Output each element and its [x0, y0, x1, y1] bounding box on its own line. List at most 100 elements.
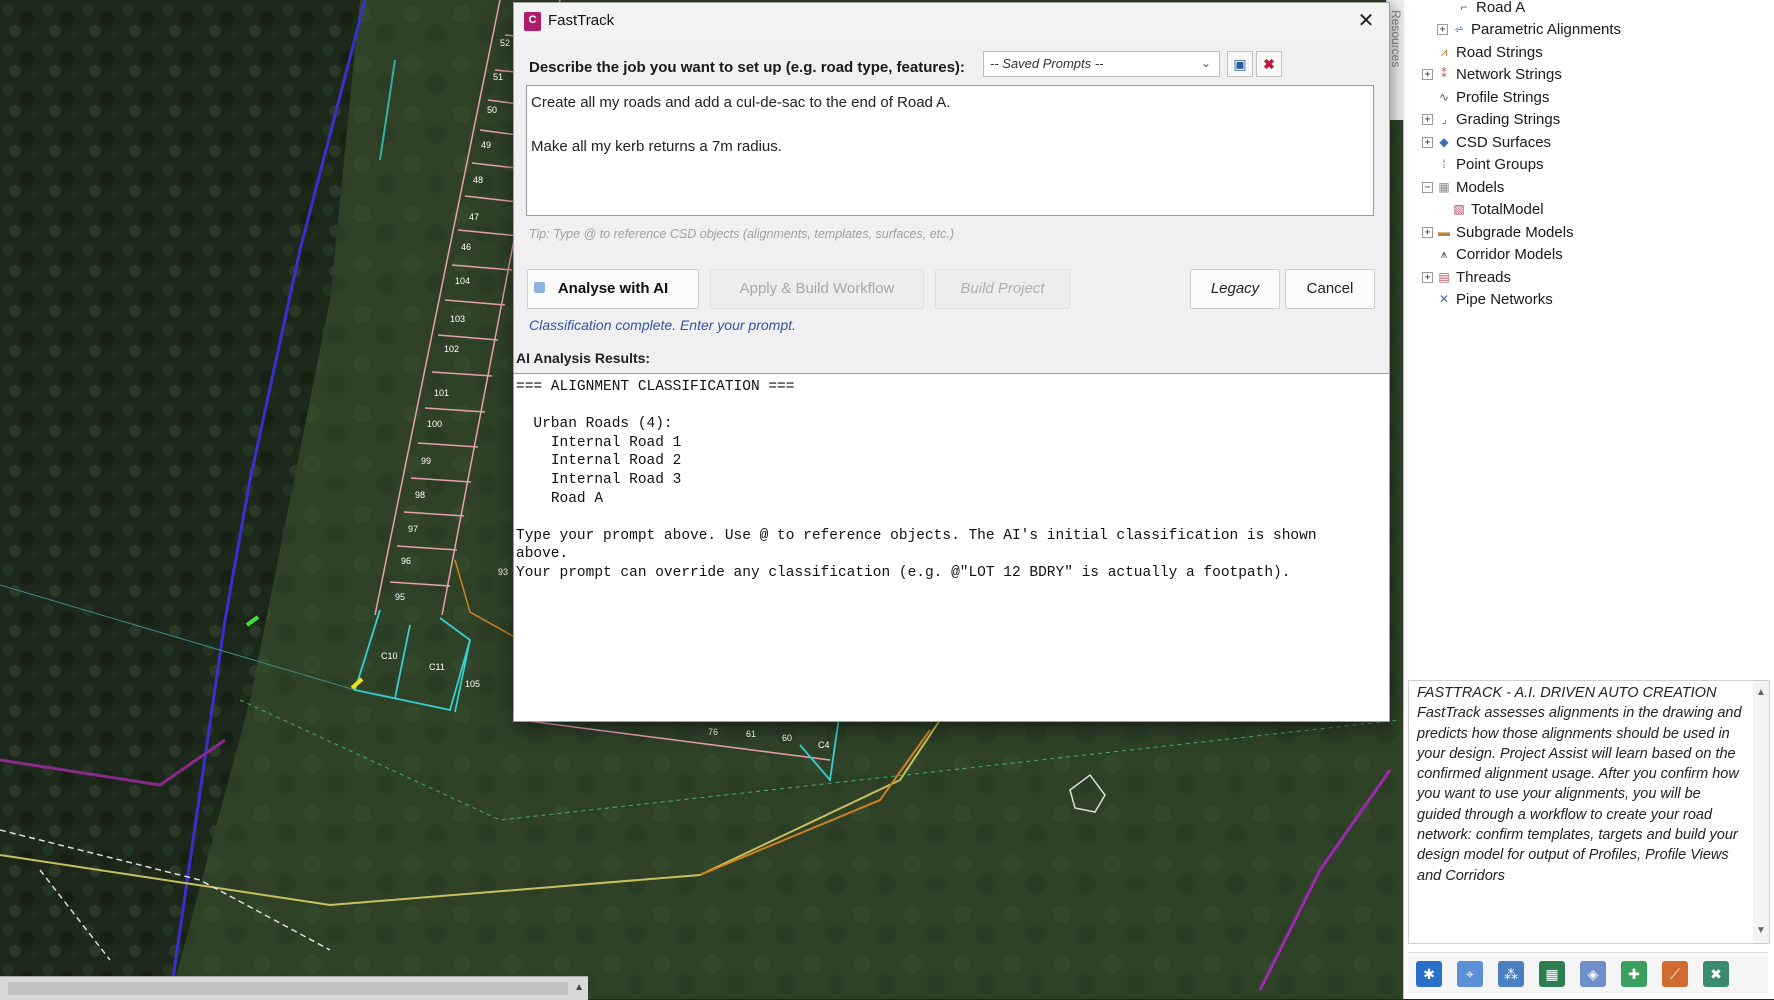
tree-item-parametric-alignments[interactable]: + ⩫ Parametric Alignments	[1437, 18, 1621, 40]
prompt-tip: Tip: Type @ to reference CSD objects (al…	[529, 227, 955, 241]
expand-icon[interactable]: +	[1422, 136, 1433, 148]
scroll-down-icon[interactable]: ▼	[1756, 925, 1766, 936]
surface-icon: ◆	[1439, 135, 1449, 149]
add-surface-icon[interactable]: ✚	[1621, 961, 1647, 987]
fasttrack-dialog: C FastTrack ✕ Describe the job you want …	[513, 2, 1390, 722]
network-icon[interactable]: ✱	[1416, 961, 1442, 987]
help-body: FastTrack assesses alignments in the dra…	[1417, 705, 1742, 884]
tree-item-models[interactable]: − ▦ Models	[1422, 176, 1504, 198]
lot-label: 93	[498, 567, 508, 577]
collapse-icon[interactable]: −	[1422, 181, 1433, 193]
chevron-down-icon: ⌄	[1200, 56, 1211, 70]
road-string-icon: ⩘	[1440, 45, 1448, 59]
expand-icon[interactable]: +	[1422, 68, 1433, 80]
cube-icon[interactable]: ◈	[1580, 961, 1606, 987]
scrollbar-thumb[interactable]	[8, 982, 568, 995]
subgrade-model-icon: ▬	[1438, 225, 1450, 239]
resources-tab-label: Resources	[1389, 10, 1403, 68]
dialog-titlebar[interactable]: C FastTrack ✕	[514, 3, 1389, 39]
tree-item-csd-surfaces[interactable]: + ◆ CSD Surfaces	[1422, 131, 1551, 153]
lot-label: 104	[455, 276, 470, 286]
alignment-icon: ⌐	[1460, 0, 1468, 14]
thread-icon: ▤	[1438, 270, 1450, 284]
tree-item-subgrade-models[interactable]: + ▬ Subgrade Models	[1422, 221, 1574, 243]
lot-label: 99	[421, 456, 431, 466]
delete-icon: ✖	[1263, 56, 1275, 72]
tree-item-threads[interactable]: + ▤ Threads	[1422, 266, 1511, 288]
lot-label: 98	[415, 490, 425, 500]
tree-item-point-groups[interactable]: ⁞ Point Groups	[1422, 153, 1543, 175]
expand-icon[interactable]: +	[1422, 113, 1433, 125]
tools-icon[interactable]: ✖	[1703, 961, 1729, 987]
legacy-button[interactable]: Legacy	[1190, 269, 1280, 309]
spreadsheet-icon[interactable]: ▦	[1539, 961, 1565, 987]
lot-label: 46	[461, 242, 471, 252]
tree-item-pipe-networks[interactable]: ✕ Pipe Networks	[1422, 288, 1553, 310]
lot-label: 51	[493, 72, 503, 82]
scroll-up-arrow-icon[interactable]: ▲	[574, 982, 584, 993]
build-project-button[interactable]: Build Project	[935, 269, 1070, 309]
analyse-with-ai-button[interactable]: Analyse with AI	[527, 269, 699, 309]
tree-item-profile-strings[interactable]: ∿ Profile Strings	[1422, 86, 1549, 108]
tree-item-network-strings[interactable]: + ⁑ Network Strings	[1422, 63, 1562, 85]
lot-label: 76	[708, 727, 718, 737]
expand-icon[interactable]: +	[1422, 226, 1433, 238]
lot-label: 97	[408, 524, 418, 534]
expand-icon[interactable]: +	[1422, 271, 1433, 283]
corridor-model-icon: ⩚	[1440, 247, 1448, 261]
apply-build-workflow-button[interactable]: Apply & Build Workflow	[710, 269, 924, 309]
cad-horizontal-scrollbar[interactable]: ▲	[0, 976, 588, 1000]
model-icon: ▦	[1438, 180, 1450, 194]
lot-label: 100	[427, 419, 442, 429]
point-group-icon: ⁞	[1442, 157, 1446, 171]
lot-label: 48	[473, 175, 483, 185]
help-title: FASTTRACK - A.I. DRIVEN AUTO CREATION	[1417, 685, 1717, 701]
dialog-title: FastTrack	[548, 12, 615, 29]
prompt-textarea[interactable]: Create all my roads and add a cul-de-sac…	[526, 85, 1374, 216]
app-logo-icon: C	[524, 12, 541, 31]
help-scrollbar[interactable]: ▲ ▼	[1753, 681, 1769, 943]
lot-label: 52	[500, 38, 510, 48]
model-icon: ▧	[1453, 202, 1465, 216]
ai-results-textbox[interactable]: === ALIGNMENT CLASSIFICATION === Urban R…	[514, 373, 1389, 721]
ai-icon	[534, 282, 545, 293]
close-button[interactable]: ✕	[1353, 8, 1379, 34]
pipe-network-icon: ✕	[1438, 292, 1450, 306]
lot-label: 50	[487, 105, 497, 115]
cancel-button[interactable]: Cancel	[1285, 269, 1375, 309]
lot-label: 101	[434, 388, 449, 398]
lot-label: 96	[401, 556, 411, 566]
help-panel: FASTTRACK - A.I. DRIVEN AUTO CREATION Fa…	[1408, 680, 1770, 944]
lot-label: 95	[395, 592, 405, 602]
points-icon[interactable]: ⁂	[1498, 961, 1524, 987]
bottom-toolbar: ✱ ⌖ ⁂ ▦ ◈ ✚ ⟋ ✖	[1408, 952, 1768, 993]
map-icon[interactable]: ⌖	[1457, 961, 1483, 987]
profile-string-icon: ∿	[1438, 90, 1450, 104]
save-icon: ▣	[1233, 56, 1247, 72]
analyse-label: Analyse with AI	[557, 280, 669, 297]
lot-label: 60	[782, 733, 792, 743]
grading-string-icon: ⌟	[1441, 112, 1447, 126]
tree-item-corridor-models[interactable]: ⩚ Corridor Models	[1422, 243, 1563, 265]
parametric-alignment-icon: ⩫	[1453, 22, 1465, 36]
scroll-up-icon[interactable]: ▲	[1756, 687, 1766, 698]
lot-label: 47	[469, 212, 479, 222]
lot-label: 105	[465, 679, 480, 689]
tree-item-totalmodel[interactable]: ▧ TotalModel	[1437, 198, 1543, 220]
saved-prompts-dropdown[interactable]: -- Saved Prompts -- ⌄	[983, 51, 1220, 77]
tree-item-road-a[interactable]: ⌐ Road A	[1442, 0, 1525, 18]
save-prompt-button[interactable]: ▣	[1227, 51, 1253, 77]
delete-prompt-button[interactable]: ✖	[1256, 51, 1282, 77]
profile-icon[interactable]: ⟋	[1662, 961, 1688, 987]
tree-item-road-strings[interactable]: ⩘ Road Strings	[1422, 41, 1543, 63]
lot-label: 102	[444, 344, 459, 354]
lot-label: 61	[746, 729, 756, 739]
expand-icon[interactable]: +	[1437, 23, 1448, 35]
tree-item-grading-strings[interactable]: + ⌟ Grading Strings	[1422, 108, 1560, 130]
network-string-icon: ⁑	[1441, 67, 1447, 81]
lot-label: C10	[381, 651, 398, 661]
results-label: AI Analysis Results:	[516, 350, 651, 366]
status-text: Classification complete. Enter your prom…	[529, 317, 796, 333]
saved-prompts-value: -- Saved Prompts --	[990, 56, 1104, 71]
lot-label: C4	[818, 740, 830, 750]
